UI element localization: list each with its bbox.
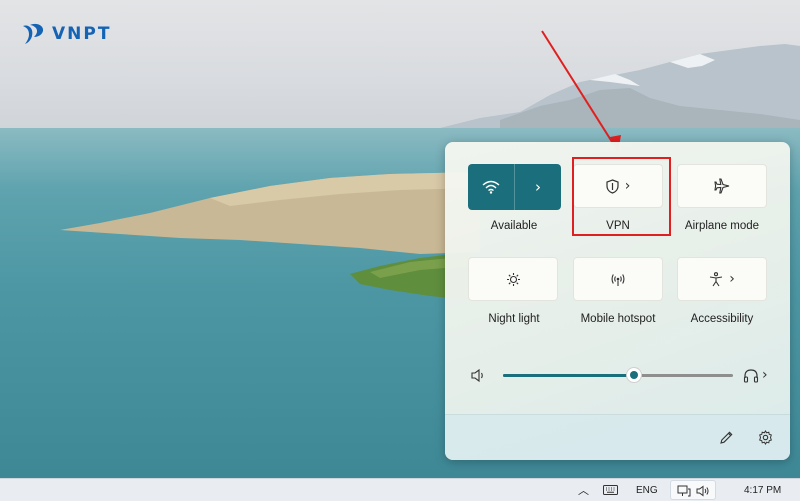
volume-slider-thumb[interactable] <box>627 368 642 382</box>
volume-slider-fill <box>503 374 635 377</box>
wifi-toggle-button[interactable] <box>468 164 515 210</box>
hotspot-icon <box>611 273 625 286</box>
accessibility-label: Accessibility <box>690 313 754 325</box>
night-light-tile[interactable] <box>468 257 558 301</box>
speaker-icon[interactable] <box>471 368 487 383</box>
accessibility-tile[interactable]: › <box>677 257 767 301</box>
pencil-icon[interactable] <box>719 430 734 445</box>
headphones-icon <box>743 368 759 383</box>
show-hidden-icons-button[interactable]: ︿ <box>578 479 589 501</box>
wifi-tile: › <box>468 164 561 210</box>
sun-icon <box>506 272 520 286</box>
airplane-icon <box>714 178 730 194</box>
clock[interactable]: 4:17 PM <box>744 479 781 501</box>
airplane-mode-tile[interactable] <box>677 164 767 208</box>
gear-icon[interactable] <box>758 430 773 445</box>
annotation-arrow <box>541 30 621 153</box>
volume-icon <box>696 485 709 497</box>
accessibility-icon <box>710 271 723 286</box>
volume-thumb-dot <box>630 371 639 379</box>
vnpt-logo: VNPT <box>20 22 111 46</box>
quick-settings-footer <box>445 414 790 460</box>
volume-slider[interactable] <box>503 374 733 377</box>
touch-keyboard-button[interactable] <box>603 479 618 501</box>
vnpt-logo-text: VNPT <box>52 24 112 44</box>
mobile-hotspot-label: Mobile hotspot <box>580 313 656 325</box>
audio-output-button[interactable]: › <box>743 367 768 383</box>
volume-row: › <box>468 362 773 390</box>
mobile-hotspot-tile[interactable] <box>573 257 663 301</box>
vnpt-logo-icon <box>23 23 44 44</box>
wifi-label: Available <box>490 220 538 232</box>
language-indicator[interactable]: ENG <box>636 479 658 501</box>
vpn-highlight-box <box>572 157 671 236</box>
network-icon <box>677 485 691 497</box>
chevron-right-icon: › <box>762 367 768 383</box>
chevron-up-icon: ︿ <box>578 484 589 497</box>
network-volume-tray-button[interactable] <box>670 480 716 500</box>
chevron-right-icon: › <box>535 178 541 196</box>
keyboard-icon <box>603 485 618 495</box>
night-light-label: Night light <box>488 313 540 325</box>
wifi-expand-button[interactable]: › <box>515 164 561 210</box>
taskbar: ︿ ENG 4:17 PM <box>0 478 800 501</box>
airplane-mode-label: Airplane mode <box>684 220 760 232</box>
chevron-right-icon: › <box>729 271 735 287</box>
wifi-icon <box>482 180 500 194</box>
